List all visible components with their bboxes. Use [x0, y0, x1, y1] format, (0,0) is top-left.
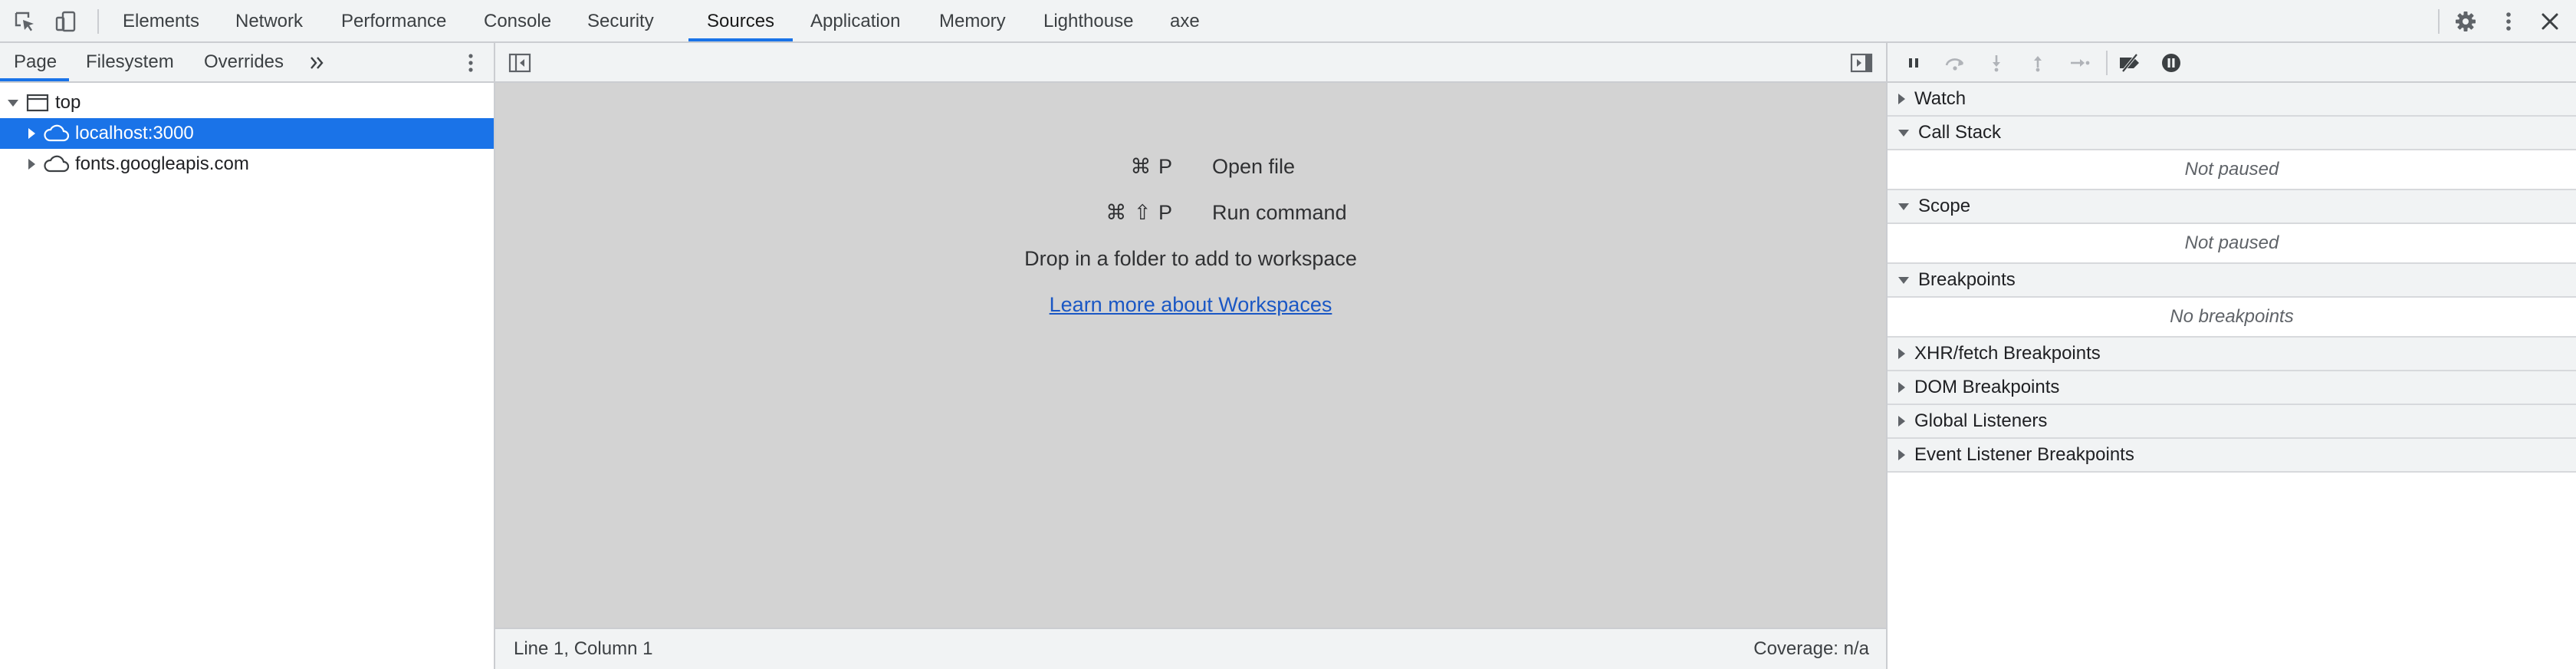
breakpoints-status: No breakpoints: [1888, 298, 2576, 338]
section-title: Breakpoints: [1918, 269, 2016, 290]
device-toolbar-icon[interactable]: [52, 8, 80, 35]
tab-console[interactable]: Console: [484, 0, 551, 43]
call-stack-status: Not paused: [1888, 150, 2576, 190]
expand-triangle-icon[interactable]: [8, 99, 18, 107]
step-icon[interactable]: [2065, 49, 2093, 77]
step-out-icon[interactable]: [2024, 49, 2052, 77]
collapse-triangle-icon: [1898, 129, 1909, 137]
section-event-listener-breakpoints[interactable]: Event Listener Breakpoints: [1888, 439, 2576, 473]
shortcut-keys: ⌘ ⇧ P: [1106, 201, 1173, 224]
tree-item-label: fonts.googleapis.com: [75, 153, 249, 174]
more-vertical-icon[interactable]: [460, 52, 481, 74]
tree-item-label: top: [55, 92, 81, 113]
scope-status: Not paused: [1888, 224, 2576, 264]
section-title: DOM Breakpoints: [1914, 377, 2060, 397]
tab-sources[interactable]: Sources: [707, 0, 774, 43]
cloud-icon: [43, 124, 71, 143]
section-title: XHR/fetch Breakpoints: [1914, 343, 2101, 364]
collapse-triangle-icon[interactable]: [28, 128, 35, 139]
section-xhr-fetch-breakpoints[interactable]: XHR/fetch Breakpoints: [1888, 338, 2576, 371]
section-scope[interactable]: Scope: [1888, 190, 2576, 224]
expand-triangle-icon: [1898, 94, 1905, 104]
step-over-icon[interactable]: [1941, 49, 1969, 77]
frame-icon: [26, 93, 49, 113]
collapse-triangle-icon: [1898, 203, 1909, 210]
sources-editor-panel: ⌘ P Open file ⌘ ⇧ P Run command Drop in …: [495, 43, 1886, 669]
toolbar-divider: [2106, 51, 2108, 75]
tree-item-top[interactable]: top: [0, 87, 494, 118]
tab-elements[interactable]: Elements: [123, 0, 199, 43]
section-title: Call Stack: [1918, 122, 2002, 143]
section-breakpoints[interactable]: Breakpoints: [1888, 264, 2576, 298]
pause-on-exceptions-icon[interactable]: [2157, 49, 2185, 77]
toolbar-divider: [97, 9, 99, 34]
shortcut-label: Open file: [1212, 155, 1296, 178]
section-global-listeners[interactable]: Global Listeners: [1888, 405, 2576, 439]
editor-empty-state: ⌘ P Open file ⌘ ⇧ P Run command Drop in …: [495, 83, 1886, 628]
devtools-main-toolbar: Elements Network Performance Console Sec…: [0, 0, 2576, 43]
debugger-toolbar: [1888, 43, 2576, 83]
tab-network[interactable]: Network: [235, 0, 303, 43]
tab-lighthouse[interactable]: Lighthouse: [1043, 0, 1133, 43]
collapse-triangle-icon[interactable]: [28, 159, 35, 170]
cloud-icon: [43, 154, 71, 174]
expand-triangle-icon: [1898, 450, 1905, 460]
tab-application[interactable]: Application: [810, 0, 900, 43]
shortcut-keys: ⌘ P: [1130, 155, 1173, 178]
chevron-double-right-icon[interactable]: [307, 52, 328, 74]
coverage-status[interactable]: Coverage: n/a: [1753, 629, 1869, 669]
inspect-element-icon[interactable]: [11, 8, 38, 35]
workspace-drop-hint: Drop in a folder to add to workspace: [1024, 247, 1357, 270]
tab-security[interactable]: Security: [587, 0, 654, 43]
tab-page[interactable]: Page: [14, 43, 57, 83]
settings-gear-icon[interactable]: [2452, 8, 2479, 35]
deactivate-breakpoints-icon[interactable]: [2116, 49, 2144, 77]
section-title: Global Listeners: [1914, 410, 2048, 431]
section-call-stack[interactable]: Call Stack: [1888, 117, 2576, 150]
shortcut-open-file: ⌘ P Open file: [495, 155, 1886, 186]
section-title: Watch: [1914, 88, 1967, 109]
section-dom-breakpoints[interactable]: DOM Breakpoints: [1888, 371, 2576, 405]
editor-toolbar: [495, 43, 1886, 83]
toggle-debugger-icon[interactable]: [1849, 51, 1874, 75]
close-icon[interactable]: [2536, 8, 2564, 35]
toolbar-divider: [2438, 9, 2440, 34]
cursor-position: Line 1, Column 1: [514, 638, 653, 659]
shortcut-label: Run command: [1212, 201, 1347, 224]
tab-axe[interactable]: axe: [1170, 0, 1200, 43]
tree-item-label: localhost:3000: [75, 123, 194, 143]
toggle-navigator-icon[interactable]: [508, 51, 532, 75]
collapse-triangle-icon: [1898, 276, 1909, 284]
expand-triangle-icon: [1898, 348, 1905, 359]
expand-triangle-icon: [1898, 382, 1905, 393]
pause-icon[interactable]: [1900, 49, 1927, 77]
step-into-icon[interactable]: [1983, 49, 2010, 77]
more-options-icon[interactable]: [2495, 8, 2522, 35]
expand-triangle-icon: [1898, 416, 1905, 427]
learn-more-workspaces-link-row: Learn more about Workspaces: [495, 293, 1886, 317]
sources-navigator-panel: Page Filesystem Overrides top localhost:…: [0, 43, 495, 669]
shortcut-run-command: ⌘ ⇧ P Run command: [495, 201, 1886, 232]
tab-memory[interactable]: Memory: [939, 0, 1006, 43]
tab-filesystem[interactable]: Filesystem: [86, 43, 174, 83]
navigator-tabs: Page Filesystem Overrides: [0, 43, 494, 83]
tab-performance[interactable]: Performance: [341, 0, 446, 43]
section-title: Event Listener Breakpoints: [1914, 444, 2134, 465]
tree-item-localhost[interactable]: localhost:3000: [0, 118, 494, 149]
tab-overrides[interactable]: Overrides: [204, 43, 284, 83]
active-tab-indicator: [0, 78, 69, 81]
debugger-sidebar: Watch Call Stack Not paused Scope Not pa…: [1886, 43, 2576, 669]
learn-more-workspaces-link[interactable]: Learn more about Workspaces: [1050, 293, 1332, 316]
tree-item-fonts-googleapis[interactable]: fonts.googleapis.com: [0, 149, 494, 180]
editor-status-bar: Line 1, Column 1 Coverage: n/a: [495, 628, 1886, 669]
section-watch[interactable]: Watch: [1888, 83, 2576, 117]
active-tab-indicator: [688, 38, 793, 41]
section-title: Scope: [1918, 196, 1971, 216]
